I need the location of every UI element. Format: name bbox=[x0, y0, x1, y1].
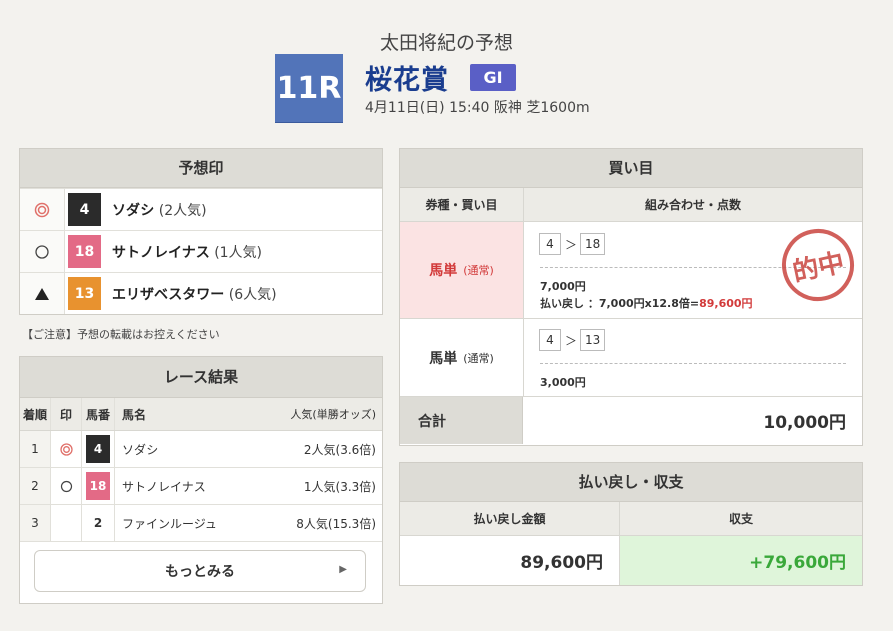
race-name: 桜花賞 bbox=[365, 65, 449, 96]
result-horse-name: サトノレイナス bbox=[122, 479, 206, 494]
double-circle-mark-icon bbox=[20, 189, 65, 230]
col-refund: 払い戻し金額 bbox=[400, 502, 620, 535]
total-row: 合計 10,000円 bbox=[400, 397, 862, 444]
result-popularity: 1人気(3.3倍) bbox=[303, 479, 376, 494]
horse-number-box: 4 bbox=[68, 193, 101, 226]
payout-heading: 払い戻し・収支 bbox=[400, 463, 862, 502]
bet-type-label: 馬単 bbox=[429, 263, 458, 279]
table-row: 3 2 ファインルージュ 8人気(15.3倍) bbox=[20, 505, 382, 542]
result-popularity: 2人気(3.6倍) bbox=[303, 442, 376, 457]
bet-type: 馬単 (通常) bbox=[400, 319, 524, 396]
bet-amount: 7,000円 bbox=[540, 280, 586, 293]
combo-second: 13 bbox=[580, 329, 606, 351]
refund-value: 89,600円 bbox=[400, 536, 620, 585]
race-number-badge: 11R bbox=[275, 54, 343, 122]
bet-refund-value: 89,600円 bbox=[699, 297, 753, 310]
hit-stamp-icon: 的中 bbox=[775, 222, 861, 308]
payout-panel: 払い戻し・収支 払い戻し金額 収支 89,600円 +79,600円 bbox=[399, 462, 863, 586]
result-rank: 2 bbox=[20, 468, 51, 504]
prediction-panel: 予想印 4 ソダシ (2人気) 18 サトノレイナス (1人気) 13 エリザベ… bbox=[19, 148, 383, 315]
balance-value: +79,600円 bbox=[620, 536, 862, 585]
total-value: 10,000円 bbox=[763, 413, 846, 433]
col-mark: 印 bbox=[51, 398, 82, 430]
horse-number-box: 18 bbox=[68, 235, 101, 268]
bet-refund: 払い戻し ：7,000円x12.8倍=89,600円 bbox=[540, 295, 753, 311]
table-row: 1 4 ソダシ 2人気(3.6倍) bbox=[20, 431, 382, 468]
horse-number-box: 4 bbox=[86, 435, 110, 463]
payout-table-header: 払い戻し金額 収支 bbox=[400, 502, 862, 536]
bet-row-hit: 馬単 (通常) 4 ＞ 18 7,000円 払い戻し ：7,000円x12.8倍=… bbox=[400, 222, 862, 319]
horse-name: サトノレイナス bbox=[112, 245, 210, 261]
horse-number: 2 bbox=[82, 505, 115, 541]
prediction-row: 13 エリザベスタワー (6人気) bbox=[20, 272, 382, 314]
horse-popularity: (2人気) bbox=[158, 203, 207, 219]
bet-type-label: 馬単 bbox=[429, 350, 458, 367]
col-horse-no: 馬番 bbox=[82, 398, 115, 430]
combo-second: 18 bbox=[580, 233, 606, 255]
col-balance: 収支 bbox=[728, 512, 753, 526]
table-row: 2 18 サトノレイナス 1人気(3.3倍) bbox=[20, 468, 382, 505]
horse-popularity: (1人気) bbox=[214, 245, 263, 261]
bet-type-sub: (通常) bbox=[463, 264, 494, 277]
horse-name: エリザベスタワー bbox=[112, 287, 225, 303]
col-rank: 着順 bbox=[20, 398, 51, 430]
col-bet-type: 券種・買い目 bbox=[400, 188, 524, 221]
horse-name: ソダシ bbox=[112, 203, 155, 219]
combo-arrow: ＞ bbox=[565, 238, 578, 252]
race-info: 4月11日(日) 15:40 阪神 芝1600m bbox=[365, 100, 590, 116]
bet-type: 馬単 (通常) bbox=[400, 222, 524, 318]
col-popularity: 人気(単勝オッズ) bbox=[290, 408, 376, 421]
total-label: 合計 bbox=[400, 397, 523, 444]
buy-heading: 買い目 bbox=[400, 149, 862, 188]
bet-refund-prefix: 払い戻し ：7,000円x12.8倍= bbox=[540, 297, 700, 310]
horse-popularity: (6人気) bbox=[228, 287, 277, 303]
result-popularity: 8人気(15.3倍) bbox=[296, 516, 376, 531]
result-rank: 1 bbox=[20, 431, 51, 467]
page-title: 太田将紀の予想 bbox=[379, 32, 513, 54]
prediction-row: 4 ソダシ (2人気) bbox=[20, 188, 382, 230]
result-horse-name: ファインルージュ bbox=[122, 516, 217, 531]
double-circle-mark-icon bbox=[51, 431, 82, 467]
horse-number-box: 13 bbox=[68, 277, 101, 310]
col-horse-name: 馬名 bbox=[122, 407, 147, 422]
chevron-right-icon: ▶ bbox=[339, 564, 347, 575]
more-button[interactable]: もっとみる ▶ bbox=[34, 550, 366, 592]
circle-mark-icon bbox=[20, 231, 65, 272]
result-rank: 3 bbox=[20, 505, 51, 541]
result-mark bbox=[51, 505, 82, 541]
horse-number-box: 18 bbox=[86, 472, 110, 500]
results-heading: レース結果 bbox=[20, 357, 382, 398]
more-button-label: もっとみる bbox=[165, 564, 235, 580]
circle-mark-icon bbox=[51, 468, 82, 504]
combo-first: 4 bbox=[539, 233, 561, 255]
grade-badge: GI bbox=[470, 64, 516, 91]
bet-type-sub: (通常) bbox=[463, 351, 494, 365]
bet-row: 馬単 (通常) 4 ＞ 13 3,000円 bbox=[400, 319, 862, 397]
triangle-mark-icon bbox=[20, 273, 65, 314]
prediction-row: 18 サトノレイナス (1人気) bbox=[20, 230, 382, 272]
bet-amount: 3,000円 bbox=[540, 376, 586, 389]
prediction-heading: 予想印 bbox=[20, 149, 382, 188]
combo-first: 4 bbox=[539, 329, 561, 351]
buy-panel: 買い目 券種・買い目 組み合わせ・点数 馬単 (通常) 4 ＞ 18 7,000円… bbox=[399, 148, 863, 446]
col-combination: 組み合わせ・点数 bbox=[644, 198, 741, 212]
repost-notice: 【ご注意】予想の転載はお控えください bbox=[22, 328, 220, 341]
results-table-header: 着順 印 馬番 馬名 人気(単勝オッズ) bbox=[20, 398, 382, 431]
buy-table-header: 券種・買い目 組み合わせ・点数 bbox=[400, 188, 862, 222]
combo-arrow: ＞ bbox=[565, 334, 578, 348]
result-horse-name: ソダシ bbox=[122, 442, 159, 457]
